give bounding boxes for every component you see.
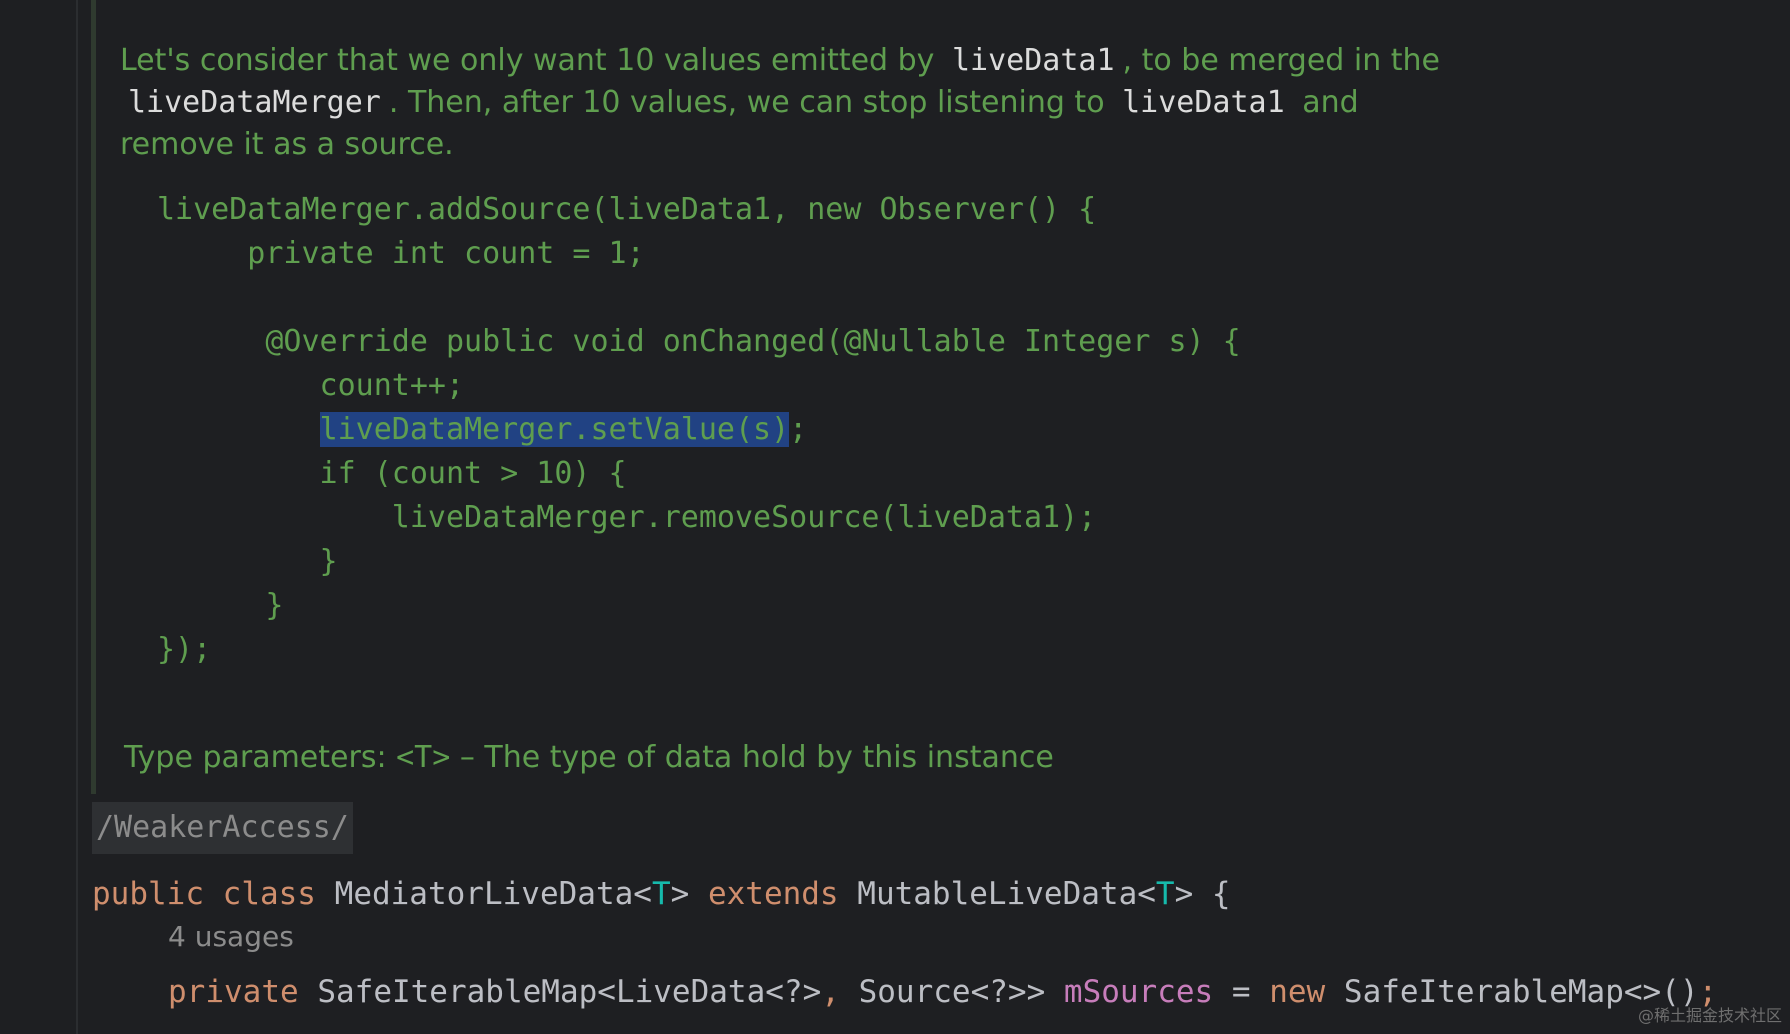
doc-text-3: . Then, after 10 values, we can stop lis… (388, 85, 1105, 120)
field-type-2: Source<?>> (858, 974, 1046, 1010)
doc-text-2: , to be merged in the (1122, 43, 1440, 78)
class-decl-tail: > { (1174, 876, 1231, 912)
doc-code-livedatamerger: liveDataMerger (128, 85, 381, 120)
code-line-4: count++; (157, 368, 465, 403)
super-type-param: T (1155, 876, 1175, 912)
equals: = (1231, 974, 1251, 1010)
javadoc-code-example: liveDataMerger.addSource(liveData1, new … (157, 188, 1241, 672)
close-gt: > (670, 876, 690, 912)
type-params-label: Type parameters: (124, 740, 387, 775)
kw-private: private (168, 974, 299, 1010)
code-line-6: if (count > 10) { (157, 456, 627, 491)
kw-public: public (92, 876, 204, 912)
field-type: SafeIterableMap<LiveData<?> (317, 974, 822, 1010)
field-name: mSources (1063, 974, 1214, 1010)
class-declaration[interactable]: public class MediatorLiveData<T> extends… (92, 874, 1231, 914)
type-param: T (651, 876, 671, 912)
editor-gutter[interactable] (0, 0, 78, 1034)
kw-class: class (222, 876, 316, 912)
code-line-8: } (157, 544, 338, 579)
code-line-1: private int count = 1; (157, 236, 645, 271)
code-line-0: liveDataMerger.addSource(liveData1, new … (157, 192, 1097, 227)
selected-text[interactable]: liveDataMerger.setValue(s) (319, 412, 790, 447)
doc-comment-bar (91, 0, 96, 794)
inspection-suppression-comment[interactable]: /WeakerAccess/ (92, 802, 353, 854)
kw-extends: extends (707, 876, 839, 912)
doc-text-1: Let's consider that we only want 10 valu… (120, 43, 935, 78)
code-line-3: @Override public void onChanged(@Nullabl… (157, 324, 1241, 359)
code-line-5: liveDataMerger.setValue(s); (319, 412, 808, 447)
javadoc-paragraph: Let's consider that we only want 10 valu… (120, 40, 1480, 166)
doc-code-livedata1-2: liveData1 (1122, 85, 1285, 120)
kw-new: new (1269, 974, 1326, 1010)
type-params-param: <T> (396, 740, 451, 775)
watermark: @稀土掘金技术社区 (1637, 1006, 1782, 1025)
field-declaration[interactable]: private SafeIterableMap<LiveData<?>, Sou… (168, 972, 1717, 1012)
super-class-name: MutableLiveData< (857, 876, 1156, 912)
comma: , (821, 974, 840, 1010)
code-line-10: }); (157, 632, 212, 667)
usages-hint[interactable]: 4 usages (168, 920, 294, 953)
class-name: MediatorLiveData< (334, 876, 652, 912)
code-line-7: liveDataMerger.removeSource(liveData1); (157, 500, 1097, 535)
type-params-desc: – The type of data hold by this instance (459, 740, 1054, 775)
code-line-9: } (157, 588, 284, 623)
rendered-javadoc: Let's consider that we only want 10 valu… (120, 40, 1480, 166)
type-parameters-doc: Type parameters: <T> – The type of data … (124, 740, 1054, 775)
doc-code-livedata1: liveData1 (951, 43, 1115, 78)
